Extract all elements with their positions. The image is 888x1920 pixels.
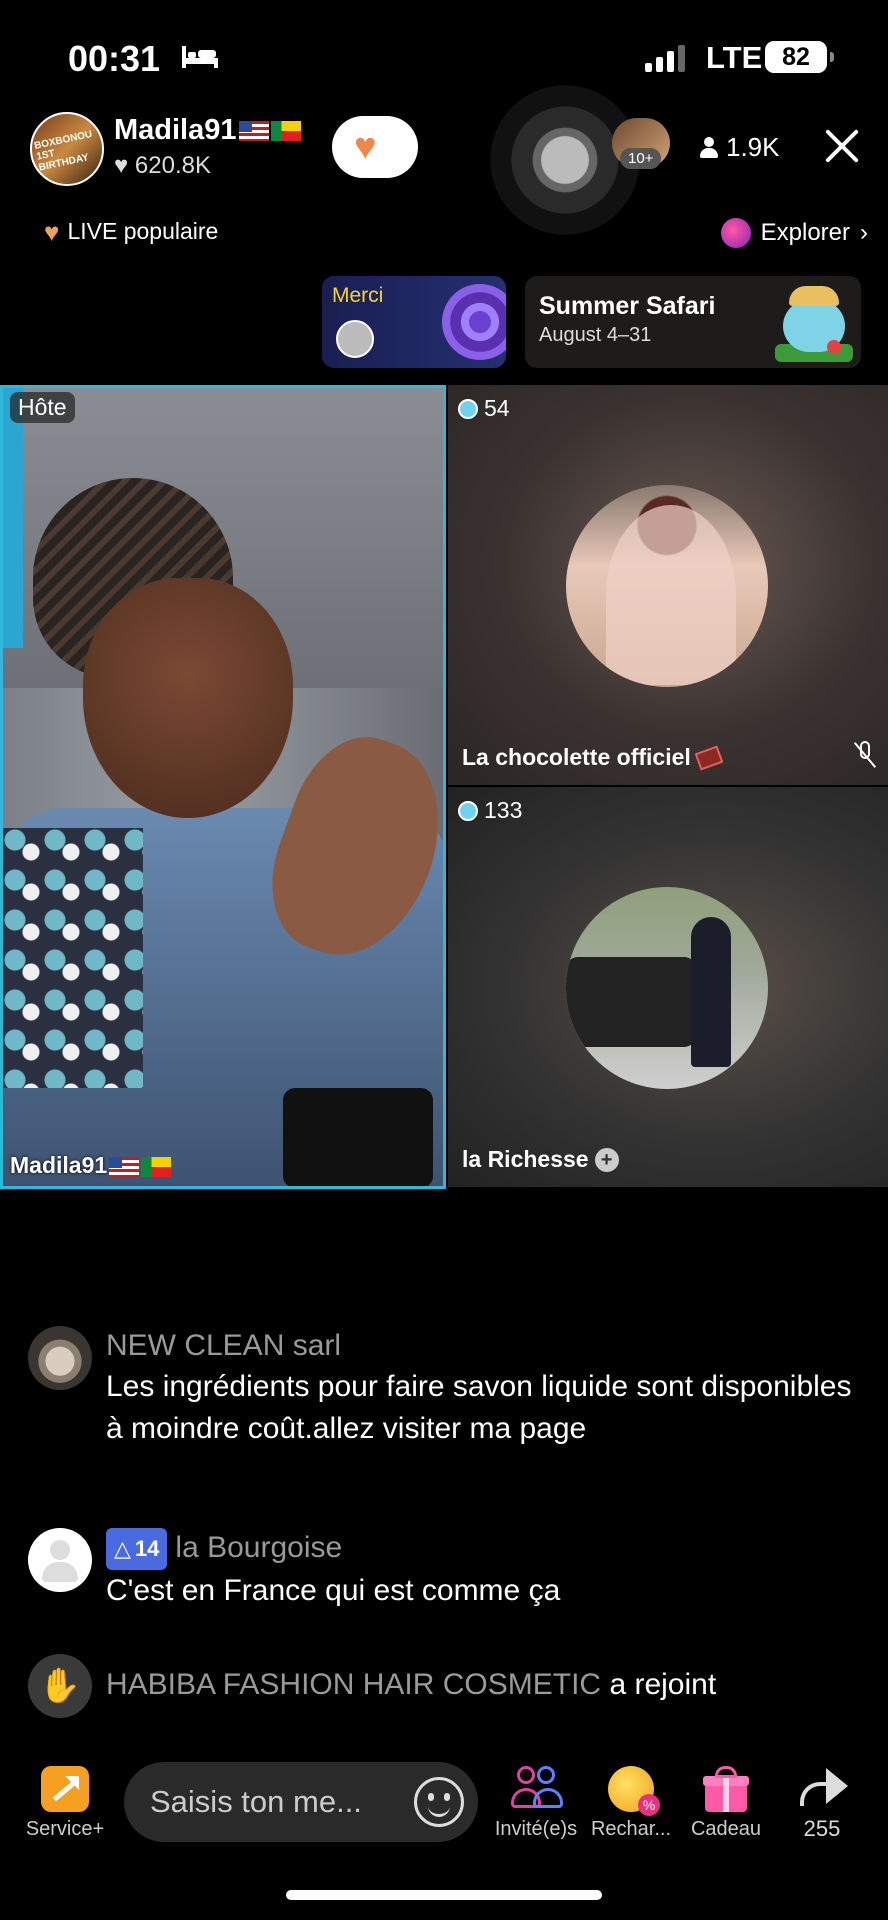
merci-title: Merci [332, 284, 384, 307]
network-type: LTE [706, 40, 763, 75]
level-badge: △ 14 [106, 1528, 168, 1571]
guest-avatar[interactable] [566, 887, 768, 1089]
sleep-mode-icon [182, 46, 218, 68]
guest-avatar[interactable] [566, 485, 768, 687]
home-indicator[interactable] [286, 1890, 602, 1900]
us-flag-icon [109, 1156, 140, 1177]
signal-icon [645, 44, 685, 72]
coin-icon [608, 1766, 660, 1816]
host-likes: ♥ 620.8K [114, 152, 211, 179]
invite-button[interactable]: Invité(e)s [488, 1766, 584, 1841]
benin-flag-icon [141, 1156, 172, 1177]
heart-icon: ♥ [114, 152, 129, 179]
guest-score: 54 [458, 395, 510, 422]
planet-icon [720, 218, 751, 248]
guest-name[interactable]: La chocolette officiel [462, 744, 724, 771]
viewer-count[interactable]: 1.9K [700, 132, 780, 163]
battery-icon: 82 [765, 41, 834, 73]
merci-banner[interactable]: Merci [322, 276, 506, 368]
guest-name[interactable]: la Richesse + [462, 1146, 619, 1173]
person-icon [700, 136, 718, 159]
gem-icon [458, 398, 478, 419]
chat-avatar[interactable] [28, 1528, 92, 1592]
merci-avatar [336, 320, 374, 358]
safari-dates: August 4–31 [539, 324, 652, 346]
summer-safari-banner[interactable]: Summer Safari August 4–31 [525, 276, 861, 368]
invite-people-icon [509, 1766, 563, 1812]
follow-button[interactable]: ♥ [332, 116, 418, 178]
emoji-icon[interactable] [414, 1777, 464, 1827]
recharge-button[interactable]: Rechar... [588, 1766, 674, 1841]
close-button[interactable] [822, 126, 862, 166]
explorer-link[interactable]: Explorer › [720, 218, 868, 248]
gem-icon [458, 800, 478, 821]
us-flag-icon [238, 121, 269, 142]
mic-off-icon [853, 741, 877, 769]
follow-plus-icon[interactable]: + [594, 1147, 619, 1172]
chocolate-icon [694, 744, 724, 771]
share-icon [796, 1766, 848, 1810]
heart-plus-icon: ♥ [354, 126, 377, 168]
chat-text: C'est en France qui est comme ça [106, 1574, 561, 1608]
live-popular-link[interactable]: ♥ LIVE populaire [44, 218, 218, 245]
joined-text: a rejoint [609, 1668, 717, 1701]
viewer-avatar-badge: 10+ [620, 148, 662, 169]
chat-message: △ 14 la Bourgoise C'est en France qui est … [28, 1528, 868, 1607]
chat-username[interactable]: la Bourgoise [175, 1531, 342, 1564]
chat-avatar[interactable] [28, 1326, 92, 1390]
target-icon [442, 284, 506, 360]
chat-username-row: △ 14 la Bourgoise [106, 1528, 866, 1571]
benin-flag-icon [270, 121, 301, 142]
top-viewers[interactable]: 10+ [612, 118, 672, 174]
comment-placeholder: Saisis ton me... [150, 1784, 362, 1819]
guest-score: 133 [458, 797, 522, 824]
chat-username[interactable]: NEW CLEAN sarl [106, 1326, 866, 1366]
chat-text: Les ingrédients pour faire savon liquide… [106, 1370, 852, 1445]
host-name[interactable]: Madila91 [114, 114, 301, 147]
guest-video-1[interactable]: 54 La chocolette officiel [448, 385, 888, 785]
status-bar: 00:31 LTE 82 [0, 0, 888, 110]
chevron-right-icon: › [860, 219, 868, 246]
gift-icon [703, 1766, 749, 1812]
service-button[interactable]: Service+ [20, 1766, 110, 1841]
host-video-label: Madila91 [10, 1152, 172, 1179]
elephant-icon [775, 282, 853, 364]
gift-button[interactable]: Cadeau [682, 1766, 770, 1841]
status-time: 00:31 [68, 38, 161, 79]
heart-icon: ♥ [44, 216, 60, 247]
chat-username[interactable]: HABIBA FASHION HAIR COSMETIC [106, 1668, 601, 1701]
service-icon [41, 1766, 89, 1812]
level-icon: △ [114, 1536, 131, 1562]
wave-hand-icon: ✋ [28, 1654, 92, 1718]
host-avatar[interactable]: BOXBONOU 1ST BIRTHDAY [30, 112, 104, 186]
host-tag: Hôte [10, 392, 75, 423]
comment-input[interactable]: Saisis ton me... [124, 1762, 478, 1842]
guest-video-2[interactable]: 133 la Richesse + [448, 787, 888, 1187]
host-video[interactable] [0, 385, 446, 1189]
safari-title: Summer Safari [539, 292, 716, 320]
share-button[interactable]: 255 [780, 1766, 864, 1842]
host-avatar-text: BOXBONOU 1ST BIRTHDAY [33, 128, 94, 174]
